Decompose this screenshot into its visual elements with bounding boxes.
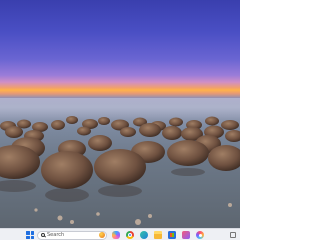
search-icon (41, 233, 45, 237)
pebbles (34, 203, 232, 225)
desktop-wallpaper[interactable] (0, 0, 240, 228)
show-desktop-icon[interactable] (230, 232, 236, 238)
microsoft-store-icon[interactable] (168, 231, 176, 239)
edge-icon[interactable] (140, 231, 148, 239)
search-box[interactable]: Search (37, 230, 107, 240)
taskbar: Search (0, 228, 240, 240)
chrome-icon[interactable] (126, 231, 134, 239)
photos-icon[interactable] (196, 231, 204, 239)
sea-shimmer (0, 98, 240, 120)
bing-icon[interactable] (99, 232, 105, 238)
search-placeholder: Search (47, 232, 65, 238)
media-player-icon[interactable] (182, 231, 190, 239)
wallpaper-scene (0, 98, 240, 225)
copilot-icon[interactable] (112, 231, 120, 239)
file-explorer-icon[interactable] (154, 231, 162, 239)
windows-icon[interactable] (26, 231, 34, 239)
